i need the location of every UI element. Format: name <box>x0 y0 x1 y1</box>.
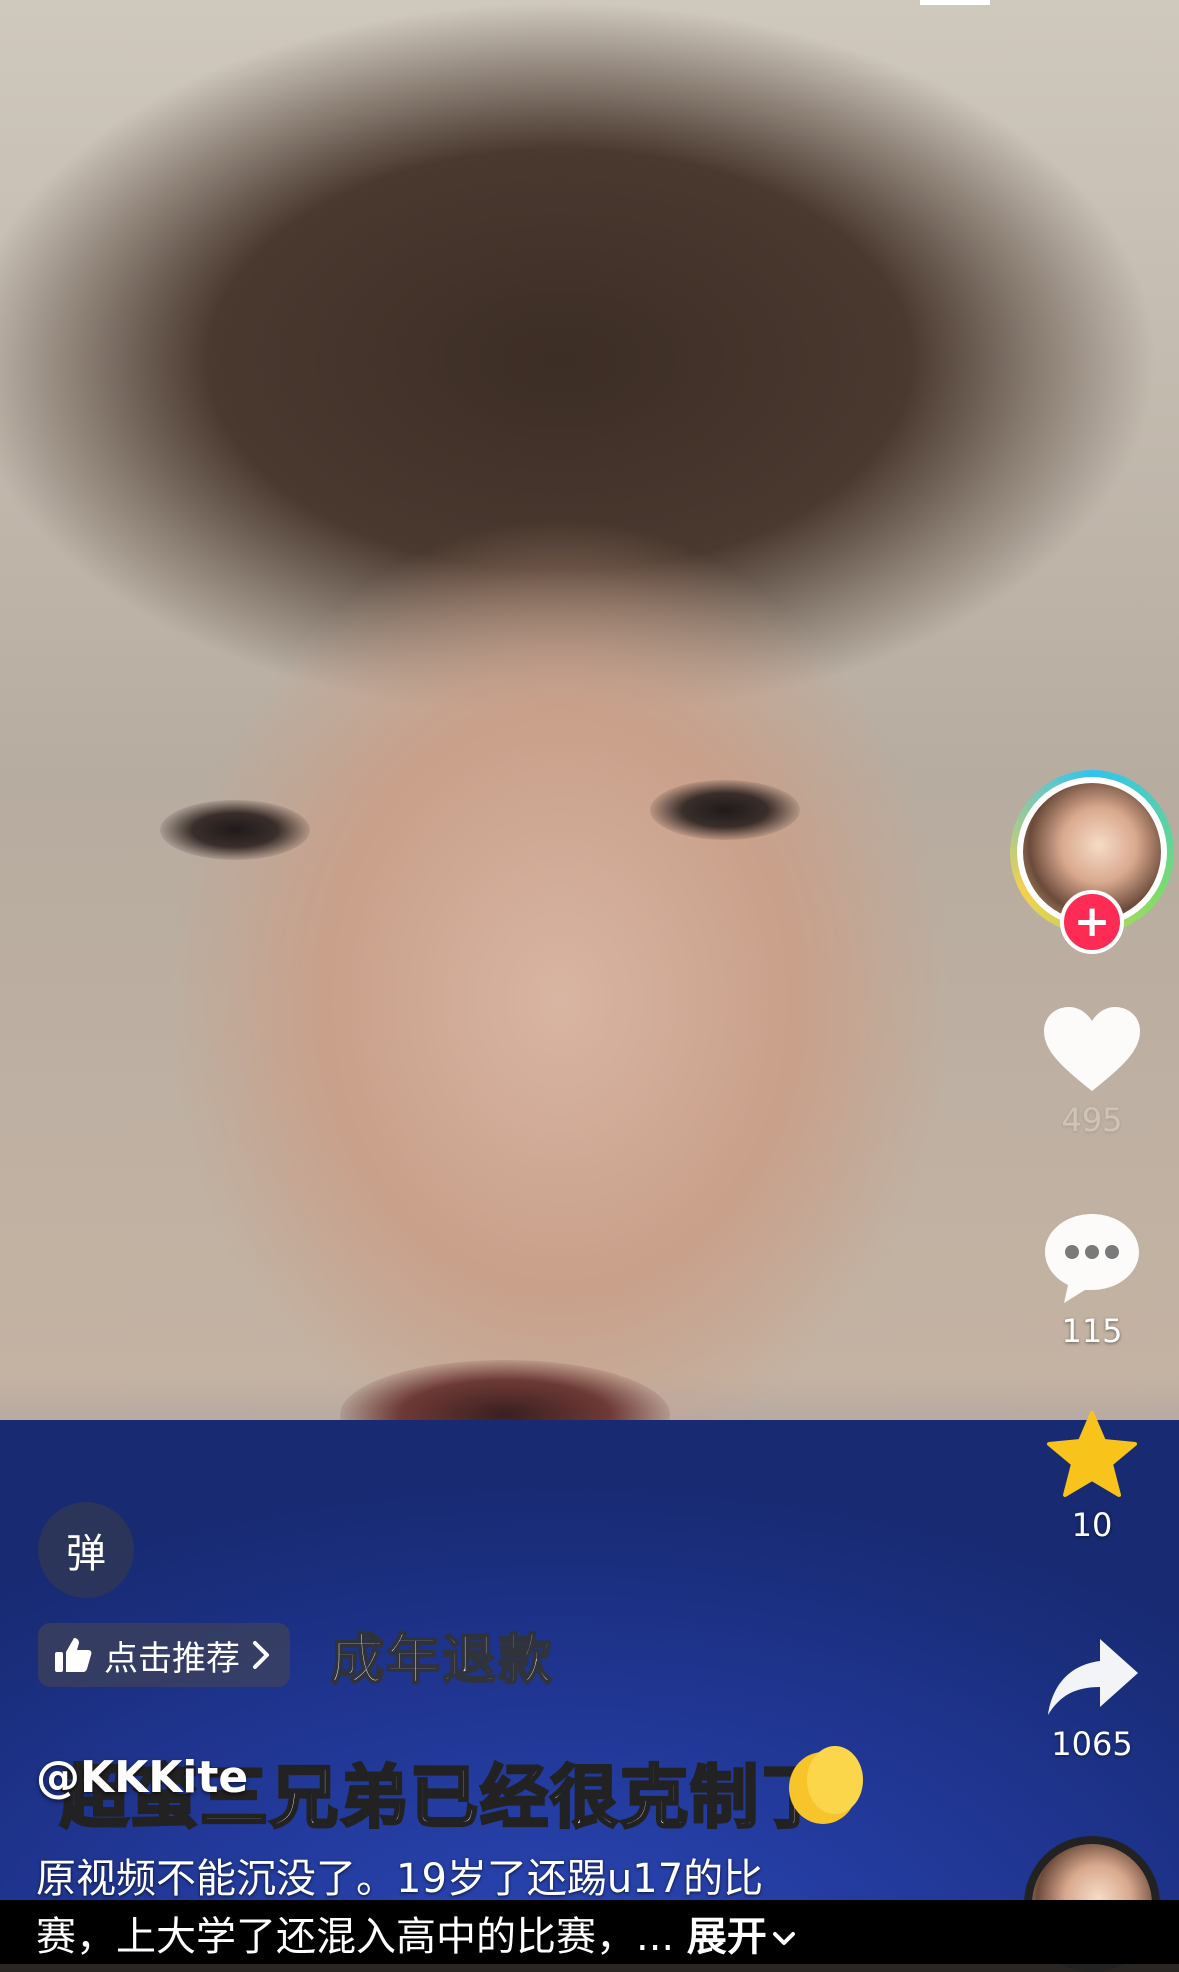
favorite-count: 10 <box>1071 1506 1113 1544</box>
like-button[interactable]: 495 <box>1010 1005 1174 1139</box>
recommend-label: 点击推荐 <box>104 1638 240 1679</box>
comment-count: 115 <box>1061 1312 1123 1350</box>
expand-button[interactable]: 展开 <box>687 1914 797 1960</box>
chevron-right-icon <box>253 1641 269 1669</box>
thumbs-up-icon <box>55 1638 92 1672</box>
comment-button[interactable]: 115 <box>1010 1210 1174 1350</box>
share-arrow-icon <box>1048 1639 1138 1715</box>
video-eye-left <box>160 800 310 860</box>
expand-label: 展开 <box>686 1914 767 1960</box>
comment-bubble-icon <box>1045 1214 1139 1303</box>
plus-icon: + <box>1073 896 1111 947</box>
author-name[interactable]: @KKKite <box>36 1752 248 1803</box>
video-eye-right <box>650 780 800 840</box>
recommend-button[interactable]: 点击推荐 <box>38 1623 290 1687</box>
favorite-button[interactable]: 10 <box>1010 1410 1174 1544</box>
danmu-label: 弹 <box>66 1531 106 1577</box>
video-subtitle-top: 成年退款 <box>329 1627 554 1692</box>
danmu-toggle-button[interactable]: 弹 <box>38 1502 134 1598</box>
share-button[interactable]: 1065 <box>1010 1635 1174 1763</box>
heart-icon <box>1044 1007 1140 1091</box>
chevron-down-icon <box>772 1932 795 1945</box>
star-icon <box>1047 1411 1137 1497</box>
clapping-hands-icon <box>789 1746 863 1824</box>
status-indicator <box>920 0 990 5</box>
like-count: 495 <box>1061 1101 1123 1139</box>
follow-button[interactable]: + <box>1060 890 1124 954</box>
caption-line-2-row: 赛，上大学了还混入高中的比赛，... 展开 <box>36 1904 797 1962</box>
share-count: 1065 <box>1051 1725 1133 1763</box>
caption-line-2: 赛，上大学了还混入高中的比赛，... <box>36 1914 687 1960</box>
